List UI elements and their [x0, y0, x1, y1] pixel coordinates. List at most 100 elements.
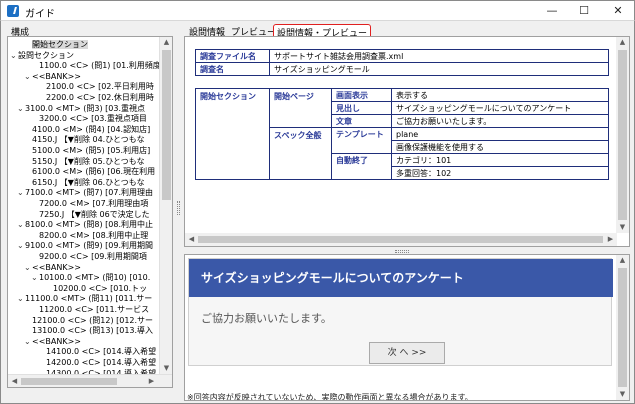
tree-item-label: 8100.0 <MT> (問8) [08.利用中止	[25, 220, 153, 230]
tree-item[interactable]: 1100.0 <C> (問1) [01.利用頻度	[31, 60, 160, 71]
tree-item-label: <<BANK>>	[32, 71, 82, 81]
tree-item-label: 6150.J 【▼削除 06.ひとつもな	[32, 177, 145, 187]
tree-item-label: 3200.0 <C> [03.重視点項目	[39, 114, 147, 124]
tree-item[interactable]: 11200.0 <C> [011.サービス	[31, 304, 149, 315]
scroll-thumb[interactable]	[618, 50, 627, 220]
vertical-splitter-grip[interactable]	[177, 201, 180, 215]
window-body: 構成 開始セクション ⌄設問セクション 1100.0 <C> (問1) [01.利用…	[0, 20, 635, 404]
tree-item[interactable]: 10200.0 <C> [010.トッ	[45, 283, 147, 294]
tree-item-label: 開始セクション	[32, 40, 88, 49]
tree-item[interactable]: 7200.0 <M> [07.利用理由項	[31, 198, 148, 209]
preview-heading: サイズショッピングモールについてのアンケート	[189, 259, 613, 297]
tree-item[interactable]: ⌄7100.0 <MT> (問7) [07.利用理由	[17, 187, 153, 198]
tree-item-label: 5100.0 <M> (問5) [05.利用店]	[32, 146, 151, 155]
structure-tree: 開始セクション ⌄設問セクション 1100.0 <C> (問1) [01.利用頻度 ⌄…	[8, 37, 160, 374]
scroll-up-icon[interactable]: ▲	[617, 37, 628, 48]
tree-item[interactable]: 14100.0 <C> [014.導入希望	[38, 346, 156, 357]
tree-item[interactable]: ⌄<<BANK>>	[24, 262, 81, 273]
maximize-button[interactable]: ☐	[569, 1, 599, 21]
expand-chevron-icon[interactable]: ⌄	[10, 50, 18, 61]
tree-item[interactable]: 5150.J 【▼削除 05.ひとつもな	[24, 156, 145, 167]
tree-item-label: 4150.J 【▼削除 04.ひとつもな	[32, 135, 145, 145]
tree-item-label: 1100.0 <C> (問1) [01.利用頻度	[39, 61, 160, 71]
expand-chevron-icon[interactable]: ⌄	[17, 240, 25, 251]
scroll-up-icon[interactable]: ▲	[617, 255, 628, 266]
expand-chevron-icon[interactable]: ⌄	[17, 103, 25, 114]
scroll-right-icon[interactable]: ▶	[605, 234, 616, 245]
tree-item[interactable]: 開始セクション	[24, 39, 88, 50]
tree-item[interactable]: 4100.0 <M> (問4) [04.認知店]	[24, 124, 150, 135]
template-value: plane	[391, 127, 609, 141]
tree-item[interactable]: ⌄10100.0 <MT> (問10) [010.	[31, 272, 150, 283]
screen-display-value: 表示する	[391, 88, 609, 102]
tree-item-label: 7250.J 【▼削除 06で決定した	[39, 209, 150, 219]
survey-name-label: 調査名	[195, 62, 270, 76]
scroll-thumb[interactable]	[21, 378, 117, 385]
info-vertical-scrollbar[interactable]: ▲ ▼	[616, 37, 629, 233]
scroll-left-icon[interactable]: ◀	[186, 234, 197, 245]
tree-item[interactable]: 6150.J 【▼削除 06.ひとつもな	[24, 177, 145, 188]
tree-item[interactable]: 6100.0 <M> (問6) [06.現在利用	[24, 166, 155, 177]
tree-item-label: 11200.0 <C> [011.サービス	[39, 305, 150, 314]
expand-chevron-icon[interactable]: ⌄	[24, 71, 32, 82]
tree-item[interactable]: 14200.0 <C> [014.導入希望	[38, 357, 156, 368]
tree-item[interactable]: 5100.0 <M> (問5) [05.利用店]	[24, 145, 150, 156]
tree-item[interactable]: ⌄9100.0 <MT> (問9) [09.利用期間	[17, 240, 153, 251]
spec-general-label: スペック全般	[269, 127, 332, 180]
scroll-thumb[interactable]	[618, 268, 627, 387]
tree-item[interactable]: ⌄8100.0 <MT> (問8) [08.利用中止	[17, 219, 153, 230]
scroll-thumb[interactable]	[198, 236, 603, 243]
tree-item[interactable]: 13100.0 <C> (問13) [013.導入	[24, 325, 153, 336]
tree-item[interactable]: 9200.0 <C> [09.利用期間項	[31, 251, 147, 262]
close-button[interactable]: ✕	[603, 1, 633, 21]
info-horizontal-scrollbar[interactable]: ◀ ▶	[185, 233, 617, 246]
tree-item[interactable]: ⌄設問セクション	[10, 50, 74, 61]
expand-chevron-icon[interactable]: ⌄	[24, 262, 32, 273]
heading-label: 見出し	[331, 101, 392, 115]
title-bar: ガイド — ☐ ✕	[0, 0, 635, 20]
expand-chevron-icon[interactable]: ⌄	[24, 336, 32, 347]
auto-end-multi-value: 多重回答：102	[391, 166, 609, 180]
scroll-down-icon[interactable]: ▼	[617, 222, 628, 233]
tree-item[interactable]: 3200.0 <C> [03.重視点項目	[31, 113, 147, 124]
tree-item[interactable]: ⌄3100.0 <MT> (問3) [03.重視点	[17, 103, 145, 114]
scroll-left-icon[interactable]: ◀	[9, 376, 20, 387]
tree-item[interactable]: ⌄<<BANK>>	[24, 336, 81, 347]
auto-end-label-cont	[331, 166, 392, 180]
preview-vertical-scrollbar[interactable]: ▲ ▼	[616, 255, 629, 400]
minimize-button[interactable]: —	[537, 1, 567, 21]
start-page-label: 開始ページ	[269, 88, 332, 128]
tree-item-label: 9200.0 <C> [09.利用期間項	[39, 252, 147, 261]
template-label-cont	[331, 140, 392, 154]
tree-item[interactable]: ⌄<<BANK>>	[24, 71, 81, 82]
scroll-thumb[interactable]	[162, 50, 171, 200]
expand-chevron-icon[interactable]: ⌄	[17, 293, 25, 304]
scroll-down-icon[interactable]: ▼	[617, 389, 628, 400]
tree-item[interactable]: 4150.J 【▼削除 04.ひとつもな	[24, 134, 145, 145]
expand-chevron-icon[interactable]: ⌄	[17, 187, 25, 198]
tree-item[interactable]: 12100.0 <C> (問12) [012.サー	[24, 315, 153, 326]
horizontal-splitter-grip[interactable]	[395, 250, 409, 253]
text-label: 文章	[331, 114, 392, 128]
preview-panel: サイズショッピングモールについてのアンケート ご協力お願いいたします。 次 へ …	[184, 254, 630, 401]
expand-chevron-icon[interactable]: ⌄	[31, 272, 39, 283]
scroll-right-icon[interactable]: ▶	[146, 376, 157, 387]
tree-vertical-scrollbar[interactable]: ▲ ▼	[159, 37, 172, 374]
tree-item[interactable]: 7250.J 【▼削除 06で決定した	[31, 209, 150, 220]
next-button[interactable]: 次 へ >>	[369, 342, 445, 364]
tree-item-label: 9100.0 <MT> (問9) [09.利用期間	[25, 241, 153, 251]
question-info-panel: 調査ファイル名 サポートサイト雑誌会用調査票.xml 調査名 サイズショッピング…	[184, 36, 630, 247]
scroll-up-icon[interactable]: ▲	[161, 37, 172, 48]
heading-value: サイズショッピングモールについてのアンケート	[391, 101, 609, 115]
tree-item-label: 4100.0 <M> (問4) [04.認知店]	[32, 124, 151, 134]
tree-item[interactable]: 8200.0 <M> [08.利用中止理	[31, 230, 148, 241]
tree-item[interactable]: 2200.0 <C> [02.休日利用時	[38, 92, 154, 103]
auto-end-category-value: カテゴリ：101	[391, 153, 609, 167]
tree-item[interactable]: ⌄11100.0 <MT> (問11) [011.サー	[17, 293, 152, 304]
tree-item-label: <<BANK>>	[32, 336, 82, 346]
tree-horizontal-scrollbar[interactable]: ◀ ▶	[8, 374, 172, 387]
auto-end-label: 自動終了	[331, 153, 392, 167]
scroll-down-icon[interactable]: ▼	[161, 363, 172, 374]
expand-chevron-icon[interactable]: ⌄	[17, 219, 25, 230]
tree-item[interactable]: 2100.0 <C> [02.平日利用時	[38, 81, 154, 92]
